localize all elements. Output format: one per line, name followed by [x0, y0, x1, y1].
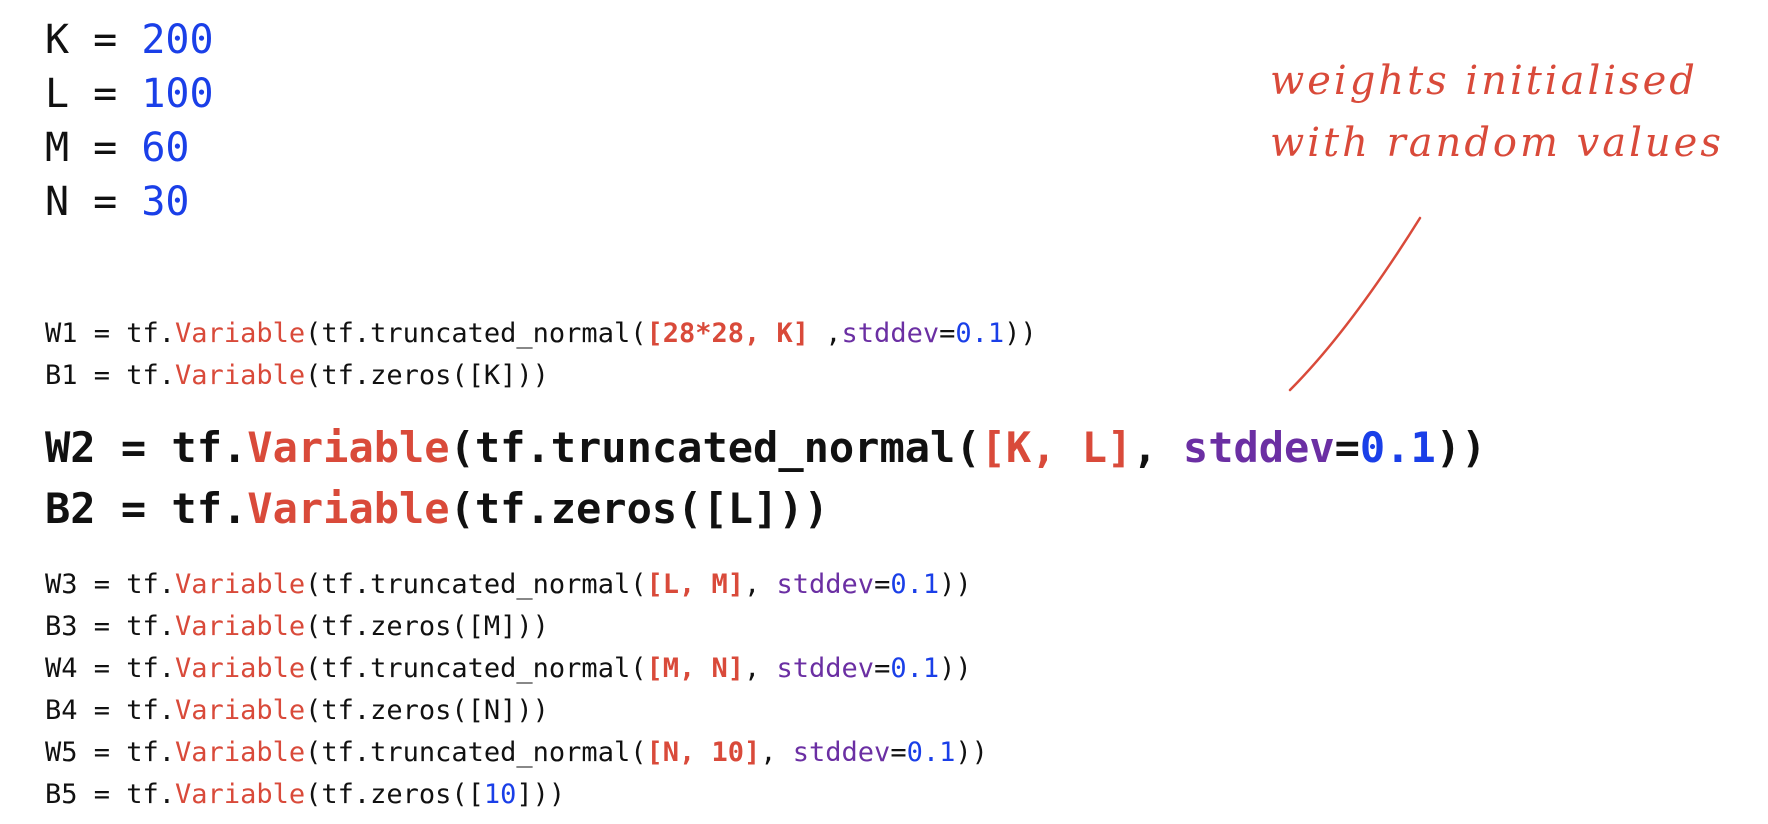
- annotation-arrow-icon: [1288, 216, 1422, 392]
